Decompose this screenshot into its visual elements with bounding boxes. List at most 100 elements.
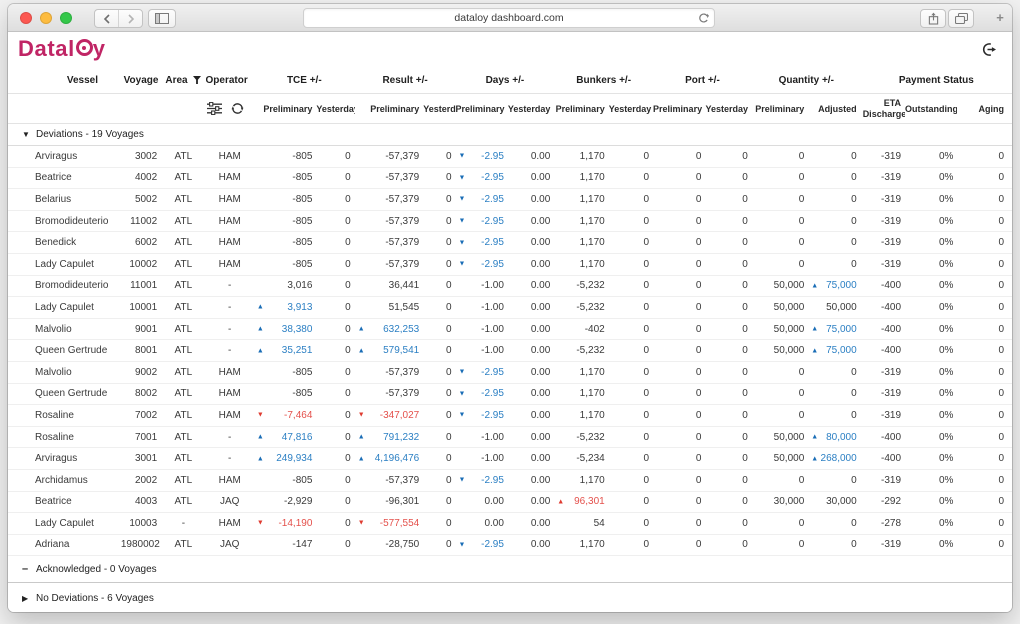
subcol-port-preliminary[interactable]: Preliminary <box>653 94 705 124</box>
cell-value: -96,301 <box>385 496 419 507</box>
table-row[interactable]: Rosaline7001ATL-▲47,8160▲791,2320-1.000.… <box>8 426 1012 448</box>
subcol-aging[interactable]: Aging <box>957 94 1012 124</box>
area-cell: ATL <box>161 491 205 513</box>
table-row[interactable]: Adriana1980002ATLJAQ-1470-28,7500▼-2.950… <box>8 534 1012 556</box>
col-days[interactable]: Days +/- <box>456 68 555 94</box>
section-acknowledged[interactable]: –Acknowledged - 0 Voyages <box>8 556 1012 583</box>
col-payment-status[interactable]: Payment Status <box>861 68 1012 94</box>
table-row[interactable]: Lady Capulet10001ATL-▲3,913051,5450-1.00… <box>8 297 1012 319</box>
minus-icon[interactable]: – <box>22 563 36 575</box>
cell-value: 0 <box>742 216 748 227</box>
url-field[interactable]: dataloy dashboard.com <box>303 8 715 28</box>
cell-days-yesterday: 0.00 <box>508 513 554 535</box>
cell-value: 1,170 <box>580 475 605 486</box>
table-row[interactable]: Belarius5002ATLHAM-8050-57,3790▼-2.950.0… <box>8 189 1012 211</box>
filter-icon[interactable] <box>193 76 201 84</box>
subcol-days-yesterday[interactable]: Yesterday <box>508 94 554 124</box>
col-area[interactable]: Area <box>161 68 205 94</box>
cell-tce-yesterday: 0 <box>316 275 354 297</box>
subcol-bunkers-yesterday[interactable]: Yesterday <box>609 94 653 124</box>
col-result[interactable]: Result +/- <box>355 68 456 94</box>
sidebar-toggle-button[interactable] <box>148 9 176 28</box>
share-button[interactable] <box>920 9 946 28</box>
col-port[interactable]: Port +/- <box>653 68 752 94</box>
col-voyage[interactable]: Voyage <box>121 68 161 94</box>
cell-result-preliminary: -57,379 <box>355 469 424 491</box>
cell-port-yesterday: 0 <box>705 297 751 319</box>
table-row[interactable]: Malvolio9002ATLHAM-8050-57,3790▼-2.950.0… <box>8 361 1012 383</box>
section-no-deviations[interactable]: ▶No Deviations - 6 Voyages <box>8 583 1012 612</box>
subcol-tce-yesterday[interactable]: Yesterday <box>316 94 354 124</box>
triangle-right-icon[interactable]: ▶ <box>22 594 36 603</box>
reload-button[interactable] <box>698 12 709 24</box>
table-row[interactable]: Beatrice4003ATLJAQ-2,9290-96,30100.000.0… <box>8 491 1012 513</box>
forward-button[interactable] <box>118 10 142 27</box>
cell-value: 1,170 <box>580 194 605 205</box>
url-text[interactable]: dataloy dashboard.com <box>304 12 714 24</box>
cell-value: 0 <box>696 367 702 378</box>
subcol-tce-preliminary[interactable]: Preliminary <box>254 94 316 124</box>
col-bunkers[interactable]: Bunkers +/- <box>554 68 653 94</box>
cell-value: 0 <box>696 216 702 227</box>
cell-quantity-preliminary: 0 <box>752 146 808 168</box>
cell-port-preliminary: 0 <box>653 534 705 556</box>
cell-eta-discharge: -400 <box>861 297 905 319</box>
cell-value: 0 <box>799 237 805 248</box>
close-window-button[interactable] <box>20 12 32 24</box>
back-button[interactable] <box>95 10 118 27</box>
col-operator[interactable]: Operator <box>206 68 254 94</box>
col-quantity[interactable]: Quantity +/- <box>752 68 861 94</box>
table-row[interactable]: Arviragus3002ATLHAM-8050-57,3790▼-2.950.… <box>8 146 1012 168</box>
subcol-days-preliminary[interactable]: Preliminary <box>456 94 508 124</box>
table-row[interactable]: Benedick6002ATLHAM-8050-57,3790▼-2.950.0… <box>8 232 1012 254</box>
operator-cell: HAM <box>206 383 254 405</box>
show-tabs-button[interactable] <box>948 9 974 28</box>
cell-outstanding: 0% <box>905 405 957 427</box>
col-tce[interactable]: TCE +/- <box>254 68 355 94</box>
table-row[interactable]: Beatrice4002ATLHAM-8050-57,3790▼-2.950.0… <box>8 167 1012 189</box>
settings-sliders-button[interactable] <box>207 102 222 115</box>
cell-bunkers-preliminary: -5,232 <box>554 426 608 448</box>
refresh-button[interactable] <box>231 102 244 115</box>
page-header: Dataly <box>8 32 1012 68</box>
cell-outstanding: 0% <box>905 297 957 319</box>
table-row[interactable]: Lady Capulet10003-HAM▼-14,1900▼-577,5540… <box>8 513 1012 535</box>
cell-value: -2.95 <box>481 259 504 270</box>
cell-value: 0 <box>643 475 649 486</box>
cell-value: 0 <box>696 345 702 356</box>
subcol-eta-discharge[interactable]: ETA Discharge <box>861 94 905 124</box>
cell-value: 0 <box>345 324 351 335</box>
subcol-quantity-preliminary[interactable]: Preliminary <box>752 94 808 124</box>
table-row[interactable]: Malvolio9001ATL-▲38,3800▲632,2530-1.000.… <box>8 318 1012 340</box>
voyage-cell: 11002 <box>121 210 161 232</box>
cell-value: -805 <box>292 194 312 205</box>
subcol-bunkers-preliminary[interactable]: Preliminary <box>554 94 608 124</box>
table-row[interactable]: Queen Gertrude8001ATL-▲35,2510▲579,5410-… <box>8 340 1012 362</box>
logout-button[interactable] <box>981 42 996 57</box>
table-row[interactable]: Lady Capulet10002ATLHAM-8050-57,3790▼-2.… <box>8 253 1012 275</box>
triangle-down-icon[interactable]: ▼ <box>22 130 36 139</box>
table-row[interactable]: Archidamus2002ATLHAM-8050-57,3790▼-2.950… <box>8 469 1012 491</box>
subcol-result-preliminary[interactable]: Preliminary <box>355 94 424 124</box>
cell-value: 0 <box>742 280 748 291</box>
subcol-result-yesterday[interactable]: Yesterday <box>423 94 455 124</box>
subcol-outstanding[interactable]: Outstanding <box>905 94 957 124</box>
table-row[interactable]: Bromodideuterio11001ATL-3,016036,4410-1.… <box>8 275 1012 297</box>
cell-value: -319 <box>881 475 901 486</box>
subcol-quantity-adjusted[interactable]: Adjusted <box>808 94 860 124</box>
minimize-window-button[interactable] <box>40 12 52 24</box>
vessel-cell: Belarius <box>8 189 121 211</box>
cell-days-yesterday: 0.00 <box>508 189 554 211</box>
table-row[interactable]: Arviragus3001ATL-▲249,9340▲4,196,4760-1.… <box>8 448 1012 470</box>
cell-value: 50,000 <box>826 302 857 313</box>
table-row[interactable]: Rosaline7002ATLHAM▼-7,4640▼-347,0270▼-2.… <box>8 405 1012 427</box>
table-row[interactable]: Queen Gertrude8002ATLHAM-8050-57,3790▼-2… <box>8 383 1012 405</box>
section-deviations[interactable]: ▼Deviations - 19 Voyages <box>8 124 1012 146</box>
col-vessel[interactable]: Vessel <box>8 68 121 94</box>
triangle-up-icon: ▲ <box>811 326 818 333</box>
operator-cell: HAM <box>206 232 254 254</box>
table-row[interactable]: Bromodideuterio11002ATLHAM-8050-57,3790▼… <box>8 210 1012 232</box>
subcol-port-yesterday[interactable]: Yesterday <box>705 94 751 124</box>
zoom-window-button[interactable] <box>60 12 72 24</box>
new-tab-button[interactable]: + <box>990 9 1010 26</box>
